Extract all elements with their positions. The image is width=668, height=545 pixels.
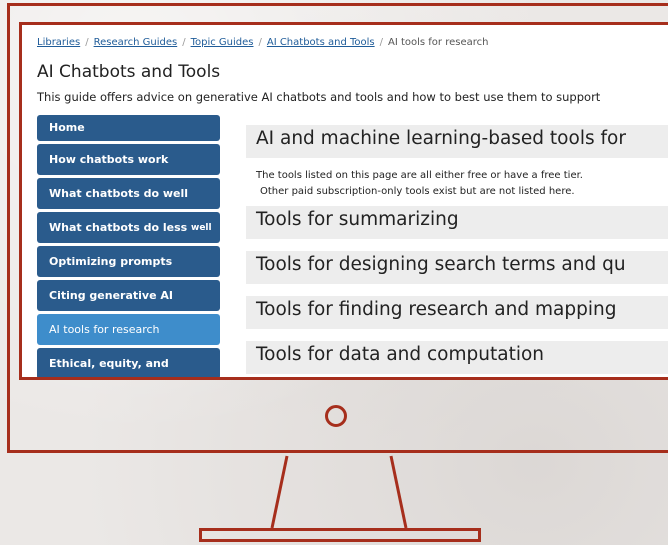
monitor-base bbox=[199, 528, 481, 542]
stand-left-leg bbox=[270, 455, 289, 529]
stand-right-leg bbox=[389, 455, 408, 529]
monitor-stand bbox=[270, 455, 408, 529]
